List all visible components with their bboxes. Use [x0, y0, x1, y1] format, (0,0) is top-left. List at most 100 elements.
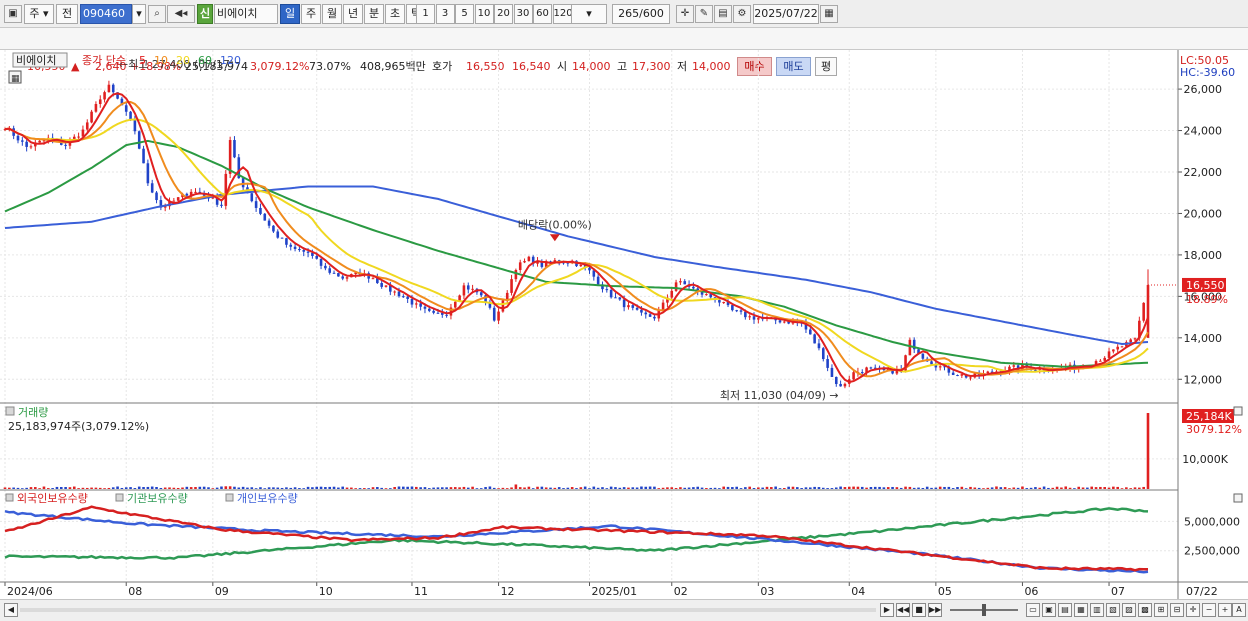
- volume-bar: [553, 487, 557, 489]
- minute-tab-10[interactable]: 10: [474, 4, 494, 24]
- volume-bar: [969, 486, 972, 489]
- scroll-right-icon[interactable]: ▶: [880, 603, 894, 617]
- font-size-icon[interactable]: A: [1232, 603, 1246, 617]
- stock-chart[interactable]: 12,00014,00016,00018,00020,00022,00024,0…: [0, 50, 1248, 599]
- candle-body: [384, 285, 388, 287]
- step-forward-icon[interactable]: ▶▶: [928, 603, 942, 617]
- zoom-out-icon[interactable]: −: [1202, 603, 1216, 617]
- step-back-icon[interactable]: ◀◀: [896, 603, 910, 617]
- volume-bar: [865, 487, 868, 489]
- volume-bar: [389, 488, 392, 489]
- candle-body: [423, 306, 427, 309]
- volume-bar: [81, 487, 85, 489]
- search-icon[interactable]: ⌕: [148, 5, 166, 23]
- volume-bar: [47, 488, 50, 489]
- period-tab-5[interactable]: 초: [385, 4, 405, 24]
- volume-bar: [735, 486, 738, 489]
- code-input[interactable]: 090460: [80, 4, 132, 24]
- panel-icon-10[interactable]: ⊟: [1170, 603, 1184, 617]
- volume-bar: [609, 486, 613, 489]
- period-tab-3[interactable]: 년: [343, 4, 363, 24]
- candle-body: [150, 183, 154, 193]
- volume-bar: [276, 487, 280, 489]
- panel-icon-7[interactable]: ▨: [1122, 603, 1136, 617]
- volume-bar: [111, 487, 115, 489]
- stop-icon[interactable]: ■: [912, 603, 926, 617]
- volume-bar: [800, 488, 803, 489]
- panel-icon-8[interactable]: ▩: [1138, 603, 1152, 617]
- price-tick-label: 14,000: [1184, 332, 1223, 345]
- volume-bar: [341, 486, 344, 489]
- zoom-in-icon[interactable]: +: [1218, 603, 1232, 617]
- minute-tab-120[interactable]: 120: [552, 4, 572, 24]
- panel-icon-4[interactable]: ▦: [1074, 603, 1088, 617]
- type-select[interactable]: 전: [56, 4, 78, 24]
- zoom-slider-handle[interactable]: [982, 604, 986, 616]
- chart-title: 비에이치: [16, 54, 56, 67]
- candle-body: [817, 343, 821, 349]
- volume-bar: [518, 487, 522, 489]
- candle-body: [674, 282, 678, 291]
- volume-bar: [1099, 486, 1102, 489]
- minute-tab-3[interactable]: 3: [435, 4, 455, 24]
- holdings-legend-label: 개인보유수량: [237, 492, 298, 505]
- code-dropdown-icon[interactable]: ▾: [132, 4, 146, 24]
- candle-body: [276, 231, 280, 238]
- minute-tab-20[interactable]: 20: [494, 4, 513, 24]
- period-tab-1[interactable]: 주: [301, 4, 321, 24]
- candle-body: [16, 135, 20, 141]
- save-icon[interactable]: ▤: [714, 5, 732, 23]
- market-select[interactable]: 주 ▾: [24, 4, 54, 24]
- candle-body: [419, 303, 422, 307]
- volume-panel-close-icon[interactable]: [1233, 406, 1243, 416]
- volume-bar: [488, 486, 492, 489]
- period-tab-4[interactable]: 분: [364, 4, 384, 24]
- scroll-left-icon[interactable]: ◀: [4, 603, 18, 617]
- volume-bar: [783, 488, 786, 489]
- candle-body: [172, 200, 176, 202]
- candle-body: [627, 305, 630, 308]
- volume-bar: [544, 487, 548, 489]
- panel-icon-6[interactable]: ▧: [1106, 603, 1120, 617]
- price-tick-label: 26,000: [1184, 83, 1223, 96]
- panel-icon-2[interactable]: ▣: [1042, 603, 1056, 617]
- volume-bar: [345, 487, 349, 489]
- candle-body: [415, 303, 418, 305]
- calendar-icon[interactable]: ▦: [820, 5, 838, 23]
- candle-body: [142, 148, 145, 164]
- minute-tab-60[interactable]: 60: [533, 4, 552, 24]
- volume-bar: [523, 487, 526, 489]
- crosshair-toggle-icon[interactable]: ✛: [1186, 603, 1200, 617]
- volume-bar: [601, 487, 604, 489]
- panel-icon-3[interactable]: ▤: [1058, 603, 1072, 617]
- volume-bar: [328, 486, 332, 489]
- period-tab-0[interactable]: 일: [280, 4, 300, 24]
- draw-icon[interactable]: ✎: [695, 5, 713, 23]
- period-tab-2[interactable]: 월: [322, 4, 342, 24]
- volume-bar: [813, 486, 816, 489]
- holdings-legend: 외국인보유수량 기관보유수량 개인보유수량: [5, 492, 298, 505]
- date-input[interactable]: 2025/07/22: [753, 4, 819, 24]
- minute-dropdown[interactable]: ▾: [571, 4, 607, 24]
- stock-name[interactable]: 비에이치: [214, 4, 278, 24]
- window-icon[interactable]: ▣: [4, 5, 22, 23]
- volume-bar: [124, 487, 128, 489]
- crosshair-icon[interactable]: ✛: [676, 5, 694, 23]
- gear-icon[interactable]: ⚙: [733, 5, 751, 23]
- minute-tab-5[interactable]: 5: [455, 4, 474, 24]
- panel-icon-9[interactable]: ⊞: [1154, 603, 1168, 617]
- candle-body: [609, 289, 613, 298]
- panel-icon-5[interactable]: ▥: [1090, 603, 1104, 617]
- volume-bar: [891, 486, 894, 489]
- panel-icon-1[interactable]: ▭: [1026, 603, 1040, 617]
- candle-body: [705, 294, 708, 296]
- minute-tab-30[interactable]: 30: [513, 4, 533, 24]
- holdings-panel-close-icon[interactable]: [1233, 493, 1243, 503]
- scroll-track[interactable]: [20, 608, 876, 612]
- minute-tab-1[interactable]: 1: [416, 4, 435, 24]
- candle-body: [107, 84, 111, 93]
- candle-body: [679, 281, 682, 283]
- speaker-icon[interactable]: ◀◂: [167, 5, 195, 23]
- candle-body: [839, 383, 842, 387]
- count-field[interactable]: 265/600: [612, 4, 670, 24]
